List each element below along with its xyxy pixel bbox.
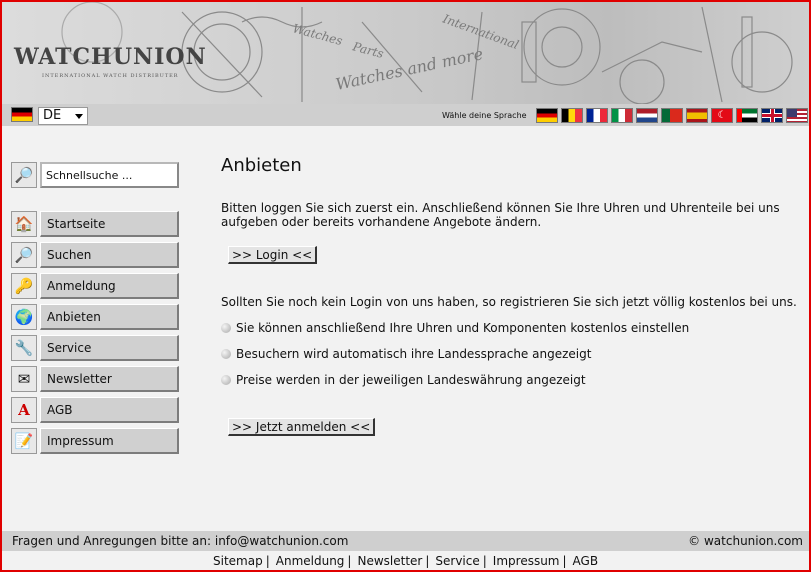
chevron-down-icon [75, 114, 83, 119]
header-banner: Watches Parts International Watches and … [2, 2, 809, 104]
sidebar-item-anbieten[interactable]: Anbieten [40, 304, 179, 330]
home-icon[interactable]: 🏠 [11, 211, 37, 237]
envelope-icon[interactable]: ✉ [11, 366, 37, 392]
flag-nl-icon[interactable] [636, 108, 658, 123]
sidebar-item-agb[interactable]: AGB [40, 397, 179, 423]
flag-it-icon[interactable] [611, 108, 633, 123]
logo-tagline: INTERNATIONAL WATCH DISTRIBUTER [42, 73, 179, 79]
bullet-icon [221, 349, 231, 359]
flag-us-icon[interactable] [786, 108, 808, 123]
current-flag-icon [11, 107, 33, 122]
sidebar-item-newsletter[interactable]: Newsletter [40, 366, 179, 392]
flag-pt-icon[interactable] [661, 108, 683, 123]
footer-link-sitemap[interactable]: Sitemap [213, 554, 263, 568]
flag-es-icon[interactable] [686, 108, 708, 123]
flag-de-icon[interactable] [536, 108, 558, 123]
footer-contact: Fragen und Anregungen bitte an: info@wat… [12, 534, 349, 548]
footer-copyright: © watchunion.com [688, 534, 803, 548]
sidebar-item-service[interactable]: Service [40, 335, 179, 361]
sidebar-item-suchen[interactable]: Suchen [40, 242, 179, 268]
login-button[interactable]: >> Login << [228, 246, 318, 264]
tools-icon[interactable]: 🔧 [11, 335, 37, 361]
language-select[interactable]: DE [38, 107, 88, 125]
magnifier-icon[interactable]: 🔎 [11, 242, 37, 268]
quick-search-input[interactable]: Schnellsuche ... [40, 162, 179, 188]
flag-tr-icon[interactable]: ☾ [711, 108, 733, 123]
list-item: Sie können anschließend Ihre Uhren und K… [221, 321, 689, 335]
footer-link-impressum[interactable]: Impressum [493, 554, 560, 568]
bullet-icon [221, 323, 231, 333]
list-item: Besuchern wird automatisch ihre Landessp… [221, 347, 591, 361]
sidebar-item-impressum[interactable]: Impressum [40, 428, 179, 454]
register-text: Sollten Sie noch kein Login von uns habe… [221, 295, 797, 309]
footer-link-newsletter[interactable]: Newsletter [357, 554, 422, 568]
globe-icon[interactable]: 🌍 [11, 304, 37, 330]
notepad-icon[interactable]: 📝 [11, 428, 37, 454]
footer-link-service[interactable]: Service [435, 554, 479, 568]
footer-link-agb[interactable]: AGB [573, 554, 599, 568]
bullet-icon [221, 375, 231, 385]
site-logo[interactable]: WATCHUNION [14, 44, 207, 70]
svg-text:Watches: Watches [291, 21, 344, 48]
intro-text: Bitten loggen Sie sich zuerst ein. Ansch… [221, 201, 780, 229]
register-button[interactable]: >> Jetzt anmelden << [228, 418, 376, 436]
page-title: Anbieten [221, 155, 302, 176]
footer-link-anmeldung[interactable]: Anmeldung [276, 554, 345, 568]
choose-language-label: Wähle deine Sprache [442, 111, 527, 120]
list-item: Preise werden in der jeweiligen Landeswä… [221, 373, 586, 387]
document-icon[interactable]: A [11, 397, 37, 423]
flag-fr-icon[interactable] [586, 108, 608, 123]
sidebar-item-anmeldung[interactable]: Anmeldung [40, 273, 179, 299]
flag-be-icon[interactable] [561, 108, 583, 123]
search-icon[interactable]: 🔎 [11, 162, 37, 188]
flag-gb-icon[interactable] [761, 108, 783, 123]
footer-links: Sitemap | Anmeldung | Newsletter | Service | Imp… [213, 554, 599, 568]
sidebar-item-startseite[interactable]: Startseite [40, 211, 179, 237]
flag-ae-icon[interactable] [736, 108, 758, 123]
user-key-icon[interactable]: 🔑 [11, 273, 37, 299]
